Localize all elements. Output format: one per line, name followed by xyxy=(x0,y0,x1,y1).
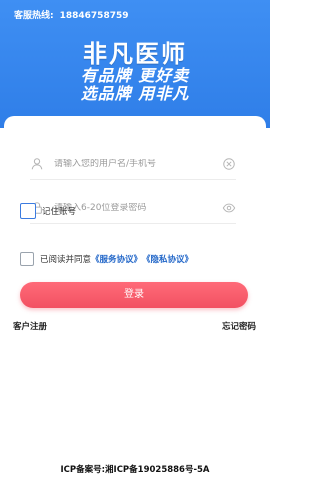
hotline-label: 客服热线: xyxy=(14,11,54,21)
password-input[interactable] xyxy=(54,203,204,213)
customer-hotline: 客服热线: 18846758759 xyxy=(14,8,129,21)
clear-icon[interactable] xyxy=(222,157,236,171)
user-icon xyxy=(31,158,43,170)
privacy-agreement-link[interactable]: 《隐私协议》 xyxy=(142,253,193,265)
remember-row[interactable]: 记住账号 xyxy=(20,203,76,219)
username-input[interactable] xyxy=(54,159,204,169)
header-banner: 客服热线: 18846758759 非凡医师 有品牌 更好卖 选品牌 用非凡 xyxy=(0,0,270,128)
service-agreement-link[interactable]: 《服务协议》 xyxy=(91,253,142,265)
slogan-line-2: 选品牌 用非凡 xyxy=(80,84,190,103)
eye-icon[interactable] xyxy=(222,201,236,215)
remember-checkbox[interactable] xyxy=(20,203,36,219)
hotline-number[interactable]: 18846758759 xyxy=(60,11,129,21)
forgot-password-link[interactable]: 忘记密码 xyxy=(222,320,256,332)
agreement-row[interactable]: 已阅读并同意 《服务协议》 《隐私协议》 xyxy=(20,252,193,266)
login-button[interactable]: 登录 xyxy=(20,282,248,308)
username-field[interactable] xyxy=(30,149,236,180)
icp-record: ICP备案号:湘ICP备19025886号-5A xyxy=(60,465,210,475)
agreement-checkbox[interactable] xyxy=(20,252,34,266)
register-link[interactable]: 客户注册 xyxy=(13,320,47,332)
agreement-prefix: 已阅读并同意 xyxy=(40,255,92,265)
remember-label: 记住账号 xyxy=(42,207,77,217)
